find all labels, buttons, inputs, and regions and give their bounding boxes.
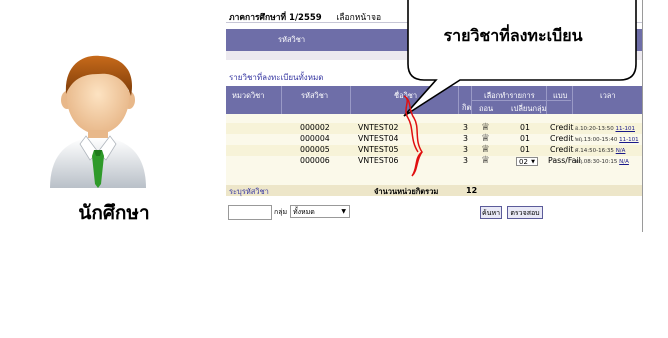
course-code-input[interactable] [228, 205, 272, 220]
student-avatar [44, 50, 152, 188]
total-credit-value: 12 [466, 186, 478, 195]
trash-icon[interactable]: ♕ [481, 133, 490, 144]
table-row: 000002 VNTEST02 3 ♕ 01 Credit อ.10:20-13… [226, 122, 642, 134]
divider [226, 22, 642, 23]
row-code: 000006 [300, 156, 330, 165]
row-credit: 3 [463, 145, 468, 154]
group-dropdown[interactable]: 02 ▼ [516, 157, 538, 166]
trash-icon[interactable]: ♕ [481, 155, 490, 166]
row-credit: 3 [463, 123, 468, 132]
check-button[interactable]: ตรวจสอบ [507, 206, 543, 219]
row-section: 01 [520, 134, 530, 143]
table-row: 000006 VNTEST06 3 ♕ 02 ▼ Pass/Fail พฤ.08:… [226, 155, 642, 167]
row-name: VNTEST02 [358, 123, 399, 132]
trash-icon[interactable]: ♕ [481, 122, 490, 133]
row-name: VNTEST05 [358, 145, 399, 154]
top-header-code: รหัสวิชา [278, 35, 306, 44]
header-group: หมวดวิชา [232, 91, 265, 100]
row-section: 01 [520, 145, 530, 154]
search-button[interactable]: ค้นหา [480, 206, 502, 219]
row-type: Credit [550, 134, 574, 143]
trash-icon[interactable]: ♕ [481, 144, 490, 155]
footer-left: ระบุรหัสวิชา [229, 187, 269, 196]
table-row: 000005 VNTEST05 3 ♕ 01 Credit ศ.14:50-16… [226, 144, 642, 156]
row-type: Credit [550, 145, 574, 154]
header-name: ชื่อวิชา [394, 91, 418, 100]
group-select[interactable]: ทั้งหมด ▼ [290, 205, 350, 218]
top-strip [226, 51, 642, 60]
row-code: 000005 [300, 145, 330, 154]
row-time: ศ.14:50-16:35 N/A [575, 148, 626, 154]
student-caption: นักศึกษา [78, 202, 150, 224]
header-code: รหัสวิชา [301, 91, 329, 100]
row-type: Credit [550, 123, 574, 132]
row-credit: 3 [463, 134, 468, 143]
header-time: เวลา [600, 91, 616, 100]
row-time: พฤ.13:00-15:40 11-101 [575, 137, 639, 143]
section-title: รายวิชาที่ลงทะเบียนทั้งหมด [229, 73, 324, 82]
row-section: 01 [520, 123, 530, 132]
row-time: พฤ.08:30-10:15 N/A [575, 159, 629, 165]
row-credit: 3 [463, 156, 468, 165]
row-code: 000002 [300, 123, 330, 132]
row-name: VNTEST04 [358, 134, 399, 143]
total-credit-label: จำนวนหน่วยกิตรวม [374, 187, 439, 196]
row-code: 000004 [300, 134, 330, 143]
group-label: กลุ่ม [274, 208, 288, 216]
row-name: VNTEST06 [358, 156, 399, 165]
callout-text: รายวิชาที่ลงทะเบียน [443, 26, 583, 45]
grid-header: หมวดวิชา รหัสวิชา ชื่อวิชา กิต เลือกทำรา… [226, 86, 642, 114]
table-row: 000004 VNTEST04 3 ♕ 01 Credit พฤ.13:00-1… [226, 133, 642, 145]
row-time: อ.10:20-13:50 11-101 [575, 126, 635, 132]
header-credit: กิต [462, 103, 472, 112]
